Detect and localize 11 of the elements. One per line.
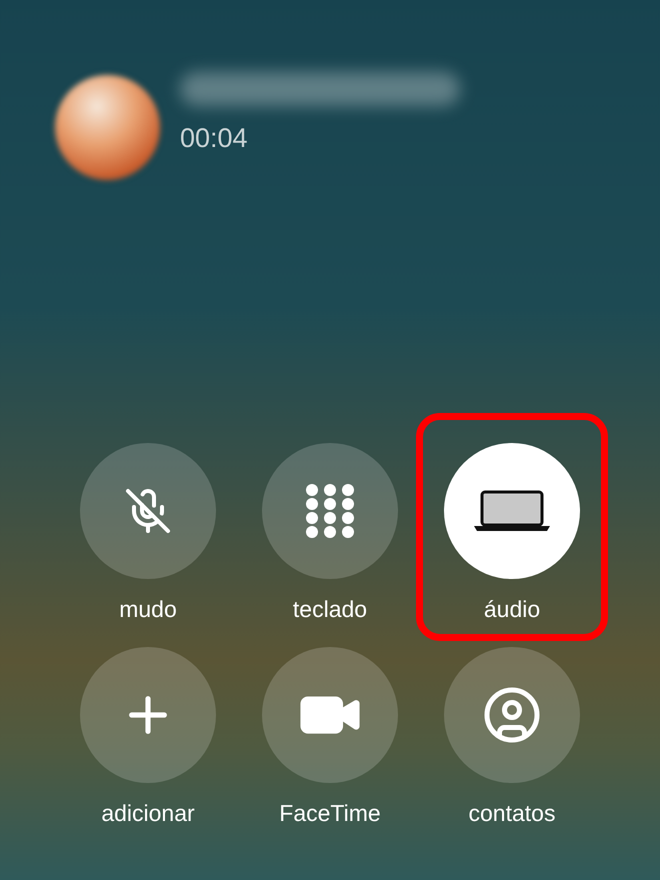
call-duration: 00:04 (180, 122, 249, 156)
option-label: contatos (468, 799, 556, 827)
laptop-icon (472, 489, 552, 533)
option-label: áudio (484, 595, 540, 623)
option-label: mudo (119, 595, 177, 623)
option-label: adicionar (101, 799, 195, 827)
muted-microphone-icon (124, 487, 172, 535)
option-label: FaceTime (279, 799, 381, 827)
user-circle-icon (482, 685, 542, 745)
keypad-icon (303, 484, 357, 538)
option-label: teclado (292, 595, 368, 623)
